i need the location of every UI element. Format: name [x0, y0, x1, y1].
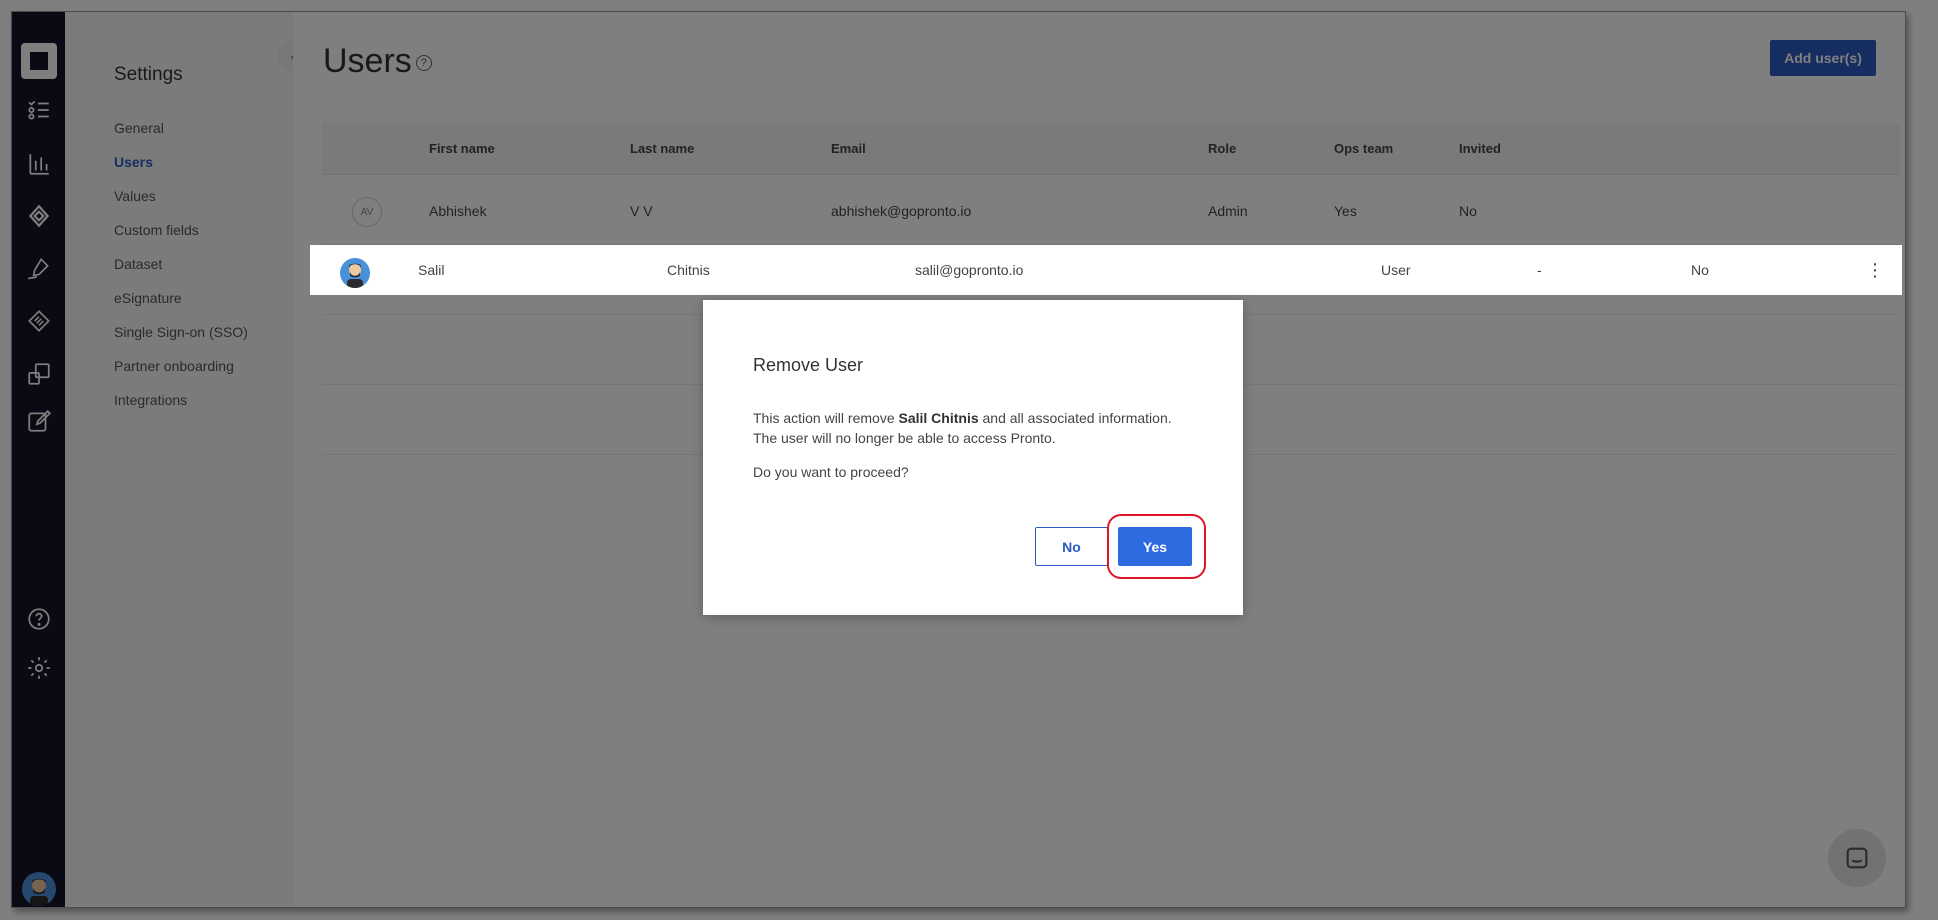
dialog-message-line2: The user will no longer be able to acces…	[753, 430, 1056, 446]
dialog-message-suffix: and all associated information.	[978, 410, 1172, 426]
row-menu-button[interactable]: ⋮	[1858, 253, 1892, 287]
dialog-user-name: Salil Chitnis	[898, 410, 979, 426]
cell-email: salil@gopronto.io	[915, 262, 1024, 278]
dialog-title: Remove User	[753, 355, 864, 375]
cell-invited: No	[1691, 262, 1709, 278]
dialog-message-prefix: This action will remove	[753, 410, 899, 426]
yes-button[interactable]: Yes	[1118, 527, 1192, 566]
more-vertical-icon: ⋮	[1866, 259, 1884, 280]
row-avatar	[340, 258, 370, 288]
dialog-question: Do you want to proceed?	[753, 464, 909, 480]
cell-ops-team: -	[1537, 262, 1542, 278]
no-button[interactable]: No	[1035, 527, 1108, 566]
cell-role: User	[1381, 262, 1411, 278]
remove-user-dialog: Remove User This action will remove Sali…	[703, 300, 1243, 615]
dialog-message: This action will remove Salil Chitnis an…	[753, 408, 1203, 448]
selected-table-row[interactable]: Salil Chitnis salil@gopronto.io User - N…	[310, 245, 1902, 295]
cell-first-name: Salil	[418, 262, 445, 278]
cell-last-name: Chitnis	[667, 262, 710, 278]
